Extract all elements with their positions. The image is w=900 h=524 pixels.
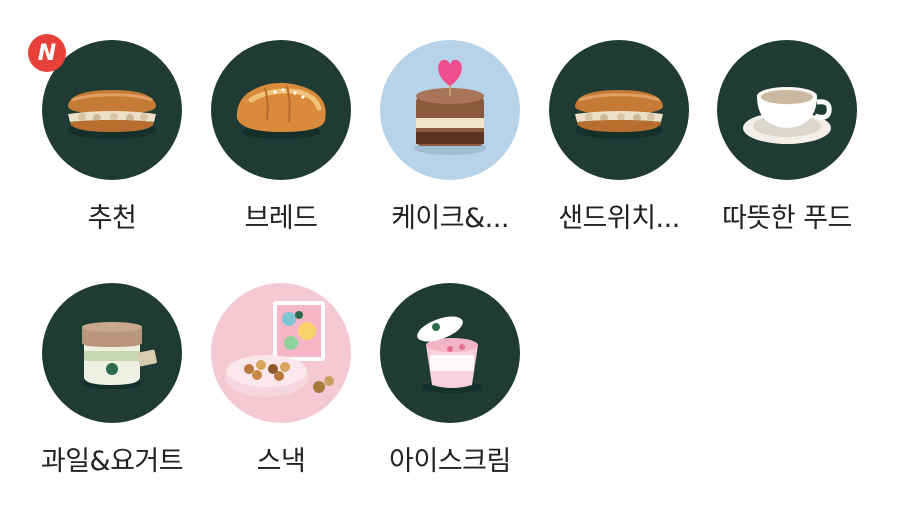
category-ice-cream[interactable]: 아이스크림: [366, 283, 534, 498]
bread-roll-icon: [211, 40, 351, 180]
sandwich-icon: [549, 40, 689, 180]
yogurt-jar-icon: [42, 283, 182, 423]
category-snack[interactable]: 스낵: [197, 283, 365, 498]
category-label: 샌드위치...: [558, 203, 680, 234]
category-fruit-yogurt[interactable]: 과일&요거트: [28, 283, 196, 498]
category-bread[interactable]: 브레드: [197, 40, 365, 255]
cake-icon: [380, 40, 520, 180]
ice-cream-cup-icon: [380, 283, 520, 423]
category-recommended[interactable]: N 추천: [28, 34, 196, 255]
category-warm-food[interactable]: 따뜻한 푸드: [703, 40, 871, 255]
category-cake[interactable]: 케이크&...: [366, 40, 534, 255]
category-sandwich[interactable]: 샌드위치...: [535, 40, 703, 255]
new-badge: N: [28, 34, 66, 72]
category-label: 아이스크림: [389, 446, 511, 477]
cookie-box-icon: [211, 283, 351, 423]
category-label: 스낵: [256, 446, 306, 477]
category-label: 추천: [87, 203, 137, 234]
category-label: 브레드: [244, 203, 318, 234]
soup-cup-icon: [717, 40, 857, 180]
category-label: 과일&요거트: [40, 446, 184, 477]
category-label: 따뜻한 푸드: [722, 203, 852, 234]
category-label: 케이크&...: [391, 203, 509, 234]
category-grid: N 추천 브레드 케이크&... 샌드위치... 따뜻한 푸드 과일&요거트 스…: [0, 0, 900, 524]
